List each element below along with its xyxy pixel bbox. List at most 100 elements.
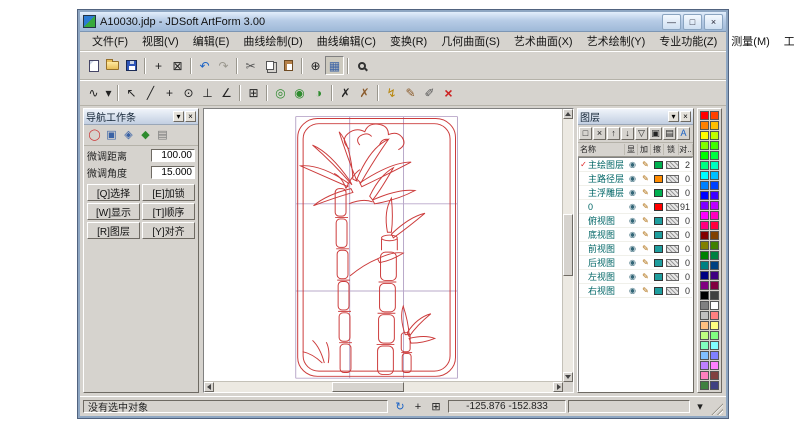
palette-color-14[interactable] [700, 181, 709, 190]
palette-color-47[interactable] [710, 341, 719, 350]
layer-color-chip[interactable] [654, 273, 663, 281]
resize-grip[interactable] [710, 402, 723, 415]
layer-pattern-chip[interactable] [666, 245, 679, 253]
menu-item-7[interactable]: 艺术曲面(X) [507, 32, 580, 50]
layers-collapse-icon[interactable]: ▾ [668, 111, 679, 122]
perpendicular-button[interactable]: ⊥ [198, 84, 217, 103]
menu-item-8[interactable]: 艺术绘制(Y) [580, 32, 653, 50]
palette-color-43[interactable] [710, 321, 719, 330]
palette-color-6[interactable] [700, 141, 709, 150]
undo-button[interactable]: ↶ [195, 56, 214, 75]
palette-color-2[interactable] [700, 121, 709, 130]
layer-pattern-chip[interactable] [666, 217, 679, 225]
layer-merge-button[interactable]: ▤ [663, 127, 676, 140]
grid-button[interactable]: ▦ [325, 56, 344, 75]
paste-button[interactable] [279, 56, 298, 75]
canvas-viewport[interactable] [204, 109, 563, 382]
nav-button-2[interactable]: [W]显示 [87, 203, 140, 220]
palette-color-17[interactable] [710, 191, 719, 200]
palette-color-13[interactable] [710, 171, 719, 180]
layer-pattern-chip[interactable] [666, 259, 679, 267]
layer-color-chip[interactable] [654, 245, 663, 253]
nav-button-3[interactable]: [T]顺序 [142, 203, 195, 220]
layer-edit-icon[interactable]: ✎ [639, 230, 652, 239]
open-button[interactable] [103, 56, 122, 75]
snap-target-button[interactable]: ⊕ [306, 56, 325, 75]
layer-row[interactable]: 前视图◉✎0 [579, 242, 692, 256]
layer-row[interactable]: 底视图◉✎0 [579, 228, 692, 242]
nav-button-0[interactable]: [Q]选择 [87, 184, 140, 201]
move-button[interactable]: + [160, 84, 179, 103]
layer-color-chip[interactable] [654, 231, 663, 239]
layer-pattern-chip[interactable] [666, 287, 679, 295]
menu-item-11[interactable]: 工具(T) [777, 32, 794, 50]
layer-edit-icon[interactable]: ✎ [639, 244, 652, 253]
palette-color-26[interactable] [700, 241, 709, 250]
palette-color-31[interactable] [710, 261, 719, 270]
layer-pattern-chip[interactable] [666, 161, 679, 169]
palette-color-16[interactable] [700, 191, 709, 200]
palette-color-49[interactable] [710, 351, 719, 360]
menu-item-3[interactable]: 曲线绘制(D) [236, 32, 309, 50]
horizontal-scroll-thumb[interactable] [332, 382, 404, 392]
palette-color-15[interactable] [710, 181, 719, 190]
layer-visible-icon[interactable]: ◉ [626, 160, 639, 169]
palette-color-55[interactable] [710, 381, 719, 390]
draw-circle-button[interactable]: ⊙ [179, 84, 198, 103]
nav-circle-button[interactable]: ◯ [86, 127, 103, 144]
save-button[interactable] [122, 56, 141, 75]
nav-align-button[interactable]: ◆ [137, 127, 154, 144]
layer-color-chip[interactable] [654, 217, 663, 225]
menu-item-5[interactable]: 变换(R) [383, 32, 434, 50]
palette-color-12[interactable] [700, 171, 709, 180]
palette-color-34[interactable] [700, 281, 709, 290]
layer-row[interactable]: 0◉✎91 [579, 200, 692, 214]
layer-row[interactable]: 俯视图◉✎0 [579, 214, 692, 228]
layer-row[interactable]: 后视图◉✎0 [579, 256, 692, 270]
layer-edit-icon[interactable]: ✎ [639, 286, 652, 295]
close-button[interactable]: × [704, 14, 723, 30]
title-bar[interactable]: A10030.jdp - JDSoft ArtForm 3.00 — □ × [80, 12, 726, 32]
layer-visible-icon[interactable]: ◉ [626, 258, 639, 267]
palette-color-35[interactable] [710, 281, 719, 290]
palette-color-38[interactable] [700, 301, 709, 310]
layer-filter-button[interactable]: ▽ [635, 127, 648, 140]
palette-color-29[interactable] [710, 251, 719, 260]
layer-row[interactable]: ✓主绘图层◉✎2 [579, 158, 692, 172]
palette-color-37[interactable] [710, 291, 719, 300]
palette-color-0[interactable] [700, 111, 709, 120]
nav-close-icon[interactable]: × [185, 111, 196, 122]
palette-color-3[interactable] [710, 121, 719, 130]
palette-color-5[interactable] [710, 131, 719, 140]
pick-region-button[interactable]: ⊠ [168, 56, 187, 75]
palette-color-53[interactable] [710, 371, 719, 380]
angle-button[interactable]: ∠ [217, 84, 236, 103]
canvas[interactable] [203, 108, 574, 393]
layer-color-chip[interactable] [654, 203, 663, 211]
node-edit-button[interactable]: ⊞ [244, 84, 263, 103]
palette-color-41[interactable] [710, 311, 719, 320]
palette-color-33[interactable] [710, 271, 719, 280]
palette-color-4[interactable] [700, 131, 709, 140]
layer-row[interactable]: 主路径层◉✎0 [579, 172, 692, 186]
add-point-button[interactable]: + [149, 56, 168, 75]
palette-color-25[interactable] [710, 231, 719, 240]
nav-more-button[interactable]: ▤ [154, 127, 171, 144]
layer-row[interactable]: 左视图◉✎0 [579, 270, 692, 284]
scroll-up-icon[interactable] [563, 109, 573, 119]
palette-color-9[interactable] [710, 151, 719, 160]
horizontal-scrollbar[interactable] [204, 381, 563, 392]
layer-edit-icon[interactable]: ✎ [639, 258, 652, 267]
erase-select-button[interactable]: ✗ [336, 84, 355, 103]
minimize-button[interactable]: — [662, 14, 681, 30]
palette-color-42[interactable] [700, 321, 709, 330]
palette-color-39[interactable] [710, 301, 719, 310]
palette-color-20[interactable] [700, 211, 709, 220]
layer-props-button[interactable]: ▣ [649, 127, 662, 140]
palette-color-51[interactable] [710, 361, 719, 370]
nav-collapse-icon[interactable]: ▾ [173, 111, 184, 122]
layer-visible-icon[interactable]: ◉ [626, 286, 639, 295]
pointer-button[interactable]: ↖ [122, 84, 141, 103]
layer-edit-icon[interactable]: ✎ [639, 160, 652, 169]
scroll-left-icon[interactable] [204, 382, 214, 392]
